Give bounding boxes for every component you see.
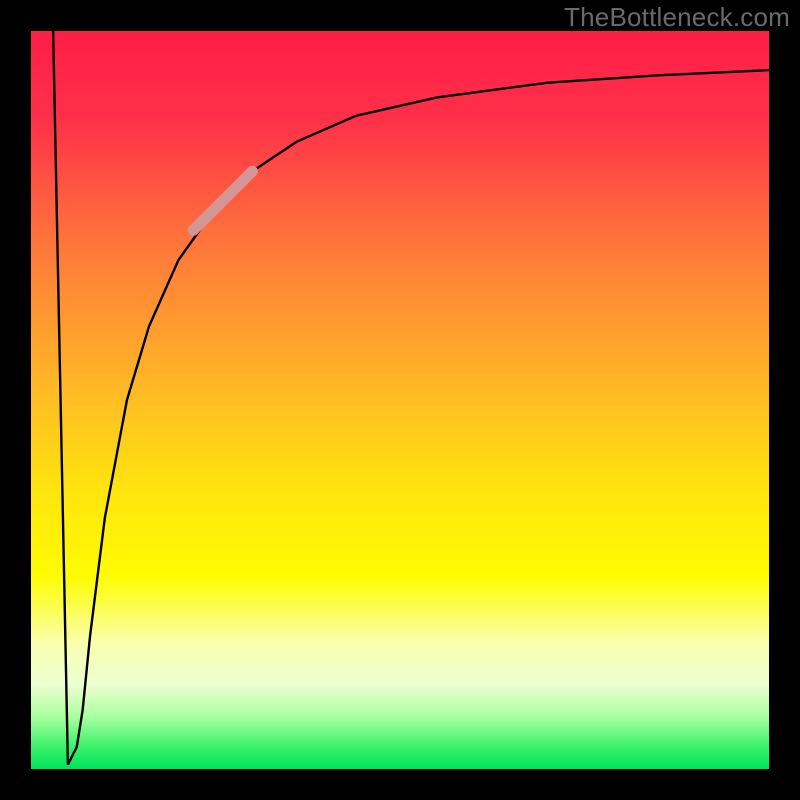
watermark-text: TheBottleneck.com: [564, 2, 790, 33]
plot-background: [31, 31, 769, 769]
chart-canvas: [0, 0, 800, 800]
